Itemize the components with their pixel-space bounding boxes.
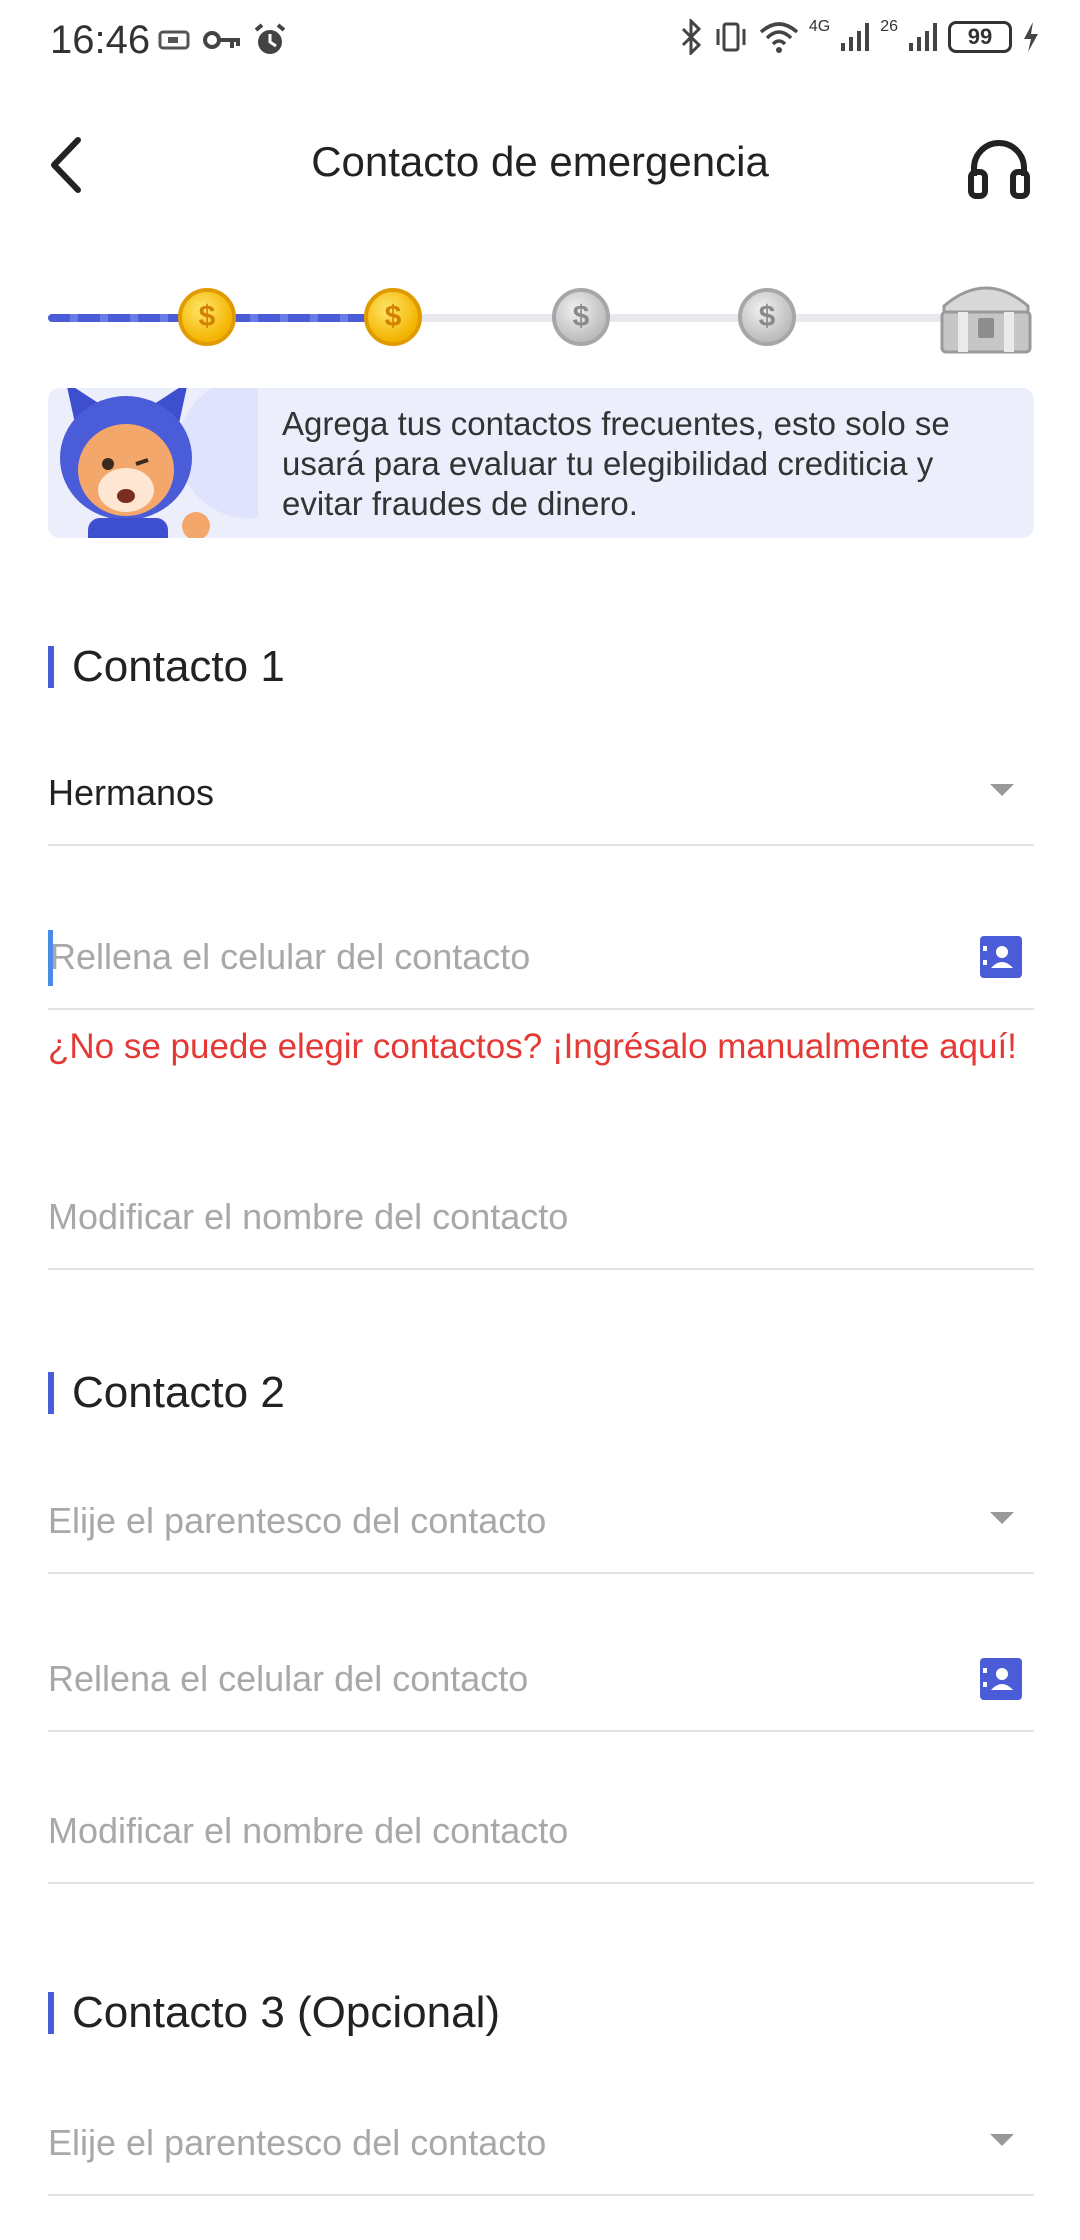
dropdown-arrow-icon <box>990 1512 1014 1524</box>
status-time: 16:46 <box>50 18 151 62</box>
contact3-relationship-placeholder: Elije el parentesco del contacto <box>48 2122 547 2163</box>
contact2-name-input[interactable]: Modificar el nombre del contacto <box>48 1774 1034 1884</box>
contact2-name-placeholder: Modificar el nombre del contacto <box>48 1810 569 1851</box>
headphones-icon <box>968 140 1030 199</box>
dropdown-arrow-icon <box>990 784 1014 796</box>
banner-text: Agrega tus contactos frecuentes, esto so… <box>282 405 950 522</box>
page-title: Contacto de emergencia <box>311 138 769 185</box>
signal-icon-2 <box>909 23 937 51</box>
customer-support-button[interactable] <box>966 134 1032 200</box>
signal-icon-1 <box>841 23 870 51</box>
contact3-title: Contacto 3 (Opcional) <box>48 1991 500 2035</box>
contact1-error-text[interactable]: ¿No se puede elegir contactos? ¡Ingrésal… <box>48 1026 1034 1068</box>
contact1-name-placeholder: Modificar el nombre del contacto <box>48 1196 569 1237</box>
contact2-relationship-placeholder: Elije el parentesco del contacto <box>48 1500 547 1541</box>
contact2-phone-placeholder: Rellena el celular del contacto <box>48 1658 529 1699</box>
coin-symbol: $ <box>572 300 590 333</box>
network-4g-label: 4G <box>808 18 831 35</box>
sim-card-icon <box>158 30 190 50</box>
contact2-title: Contacto 2 <box>48 1371 285 1415</box>
contact3-relationship-select[interactable]: Elije el parentesco del contacto <box>48 2086 1034 2196</box>
contact1-relationship-value: Hermanos <box>48 772 215 813</box>
step-coin-4: $ <box>738 288 796 346</box>
contact1-phone-input[interactable]: Rellena el celular del contacto <box>48 900 1034 1010</box>
contact2-phone-input[interactable]: Rellena el celular del contacto <box>48 1622 1034 1732</box>
battery-icon: 99 <box>948 21 1012 53</box>
dropdown-arrow-icon <box>990 2134 1014 2146</box>
contact2-relationship-select[interactable]: Elije el parentesco del contacto <box>48 1464 1034 1574</box>
status-left-icons <box>158 22 288 58</box>
header: Contacto de emergencia <box>0 110 1080 220</box>
contact-book-icon[interactable] <box>980 1658 1022 1700</box>
status-right-icons: 4G 26 99 <box>679 18 1040 56</box>
step-coin-1: $ <box>178 288 236 346</box>
contact1-relationship-select[interactable]: Hermanos <box>48 736 1034 846</box>
network-2g-label: 26 <box>880 18 898 35</box>
contact-book-icon[interactable] <box>980 936 1022 978</box>
wifi-icon <box>759 22 799 53</box>
treasure-chest-icon <box>940 286 1032 354</box>
step-coin-2: $ <box>364 288 422 346</box>
charging-icon <box>1024 22 1038 52</box>
vibrate-icon <box>716 22 746 52</box>
contact1-phone-placeholder: Rellena el celular del contacto <box>50 936 531 977</box>
alarm-icon <box>254 23 286 54</box>
info-banner: Agrega tus contactos frecuentes, esto so… <box>48 388 1034 538</box>
coin-symbol: $ <box>198 300 216 333</box>
bluetooth-icon <box>681 19 701 55</box>
coin-symbol: $ <box>384 300 402 333</box>
contact1-title: Contacto 1 <box>48 645 285 689</box>
progress-steps: $ $ $ $ <box>48 270 1038 370</box>
step-coin-3: $ <box>552 288 610 346</box>
battery-level: 99 <box>967 24 993 49</box>
status-bar: 16:46 4G 26 99 <box>0 0 1080 84</box>
key-icon <box>203 31 240 49</box>
mascot-illustration <box>60 388 258 538</box>
coin-symbol: $ <box>758 300 776 333</box>
contact1-name-input[interactable]: Modificar el nombre del contacto <box>48 1160 1034 1270</box>
